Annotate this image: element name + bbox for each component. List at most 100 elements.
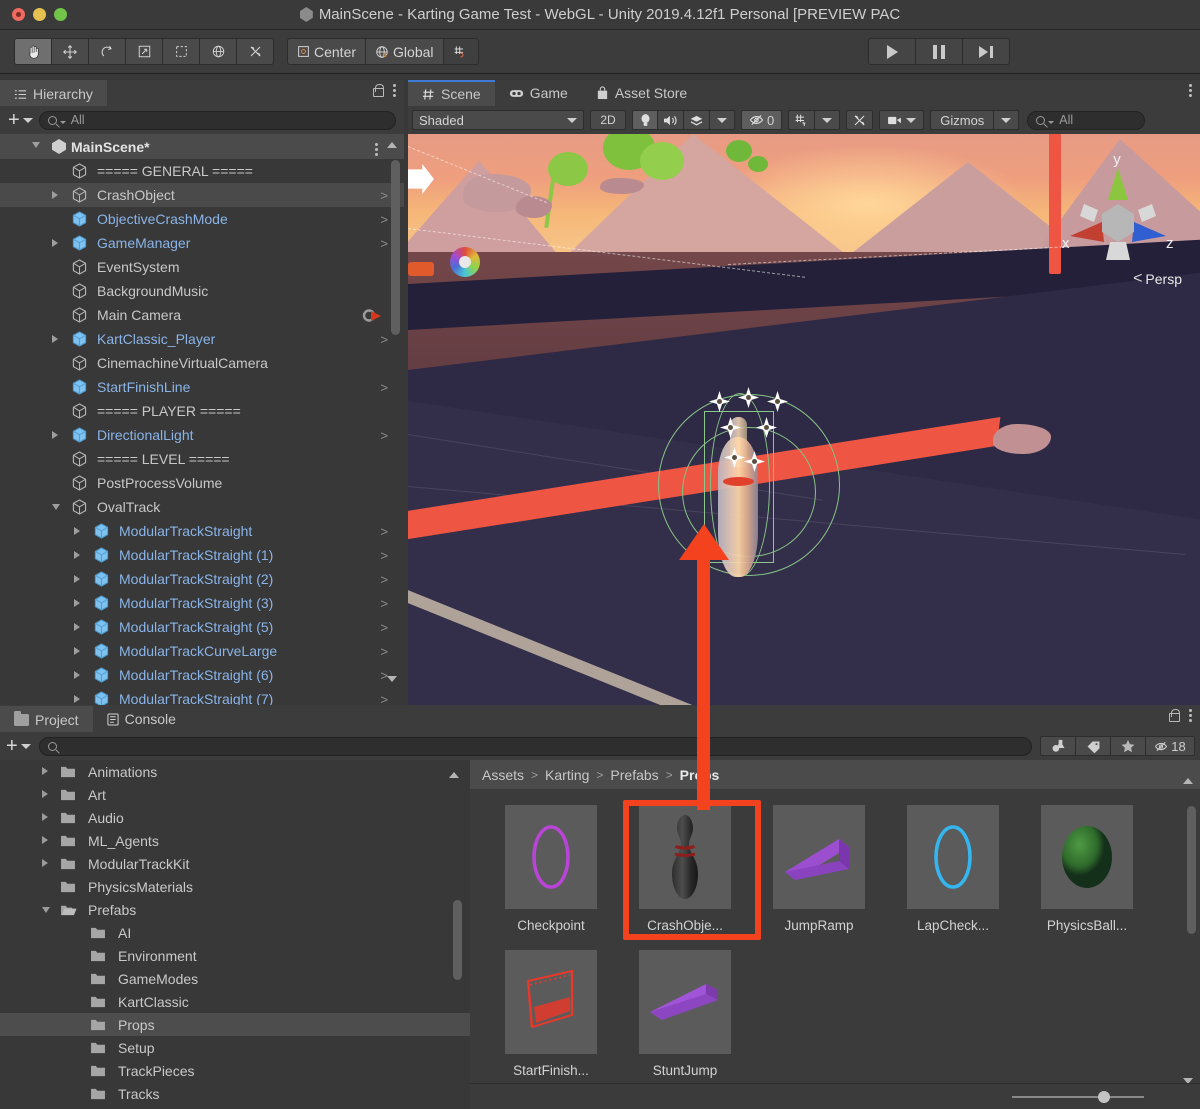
- folder-expand-arrow-icon[interactable]: [42, 859, 48, 867]
- project-folder-tree[interactable]: Animations Art Audio ML_Agents ModularTrackK…: [0, 760, 470, 1109]
- hierarchy-scene-row[interactable]: MainScene*: [0, 134, 404, 159]
- custom-editor-tool-button[interactable]: [236, 38, 274, 65]
- assets-scrollbar[interactable]: [1183, 778, 1196, 1084]
- expand-arrow-icon[interactable]: [74, 670, 80, 679]
- folder-expand-arrow-icon[interactable]: [42, 790, 48, 798]
- rect-tool-button[interactable]: [162, 38, 200, 65]
- hand-tool-button[interactable]: [14, 38, 52, 65]
- prefab-open-chevron-icon[interactable]: >: [380, 692, 388, 706]
- breadcrumb-prefabs[interactable]: Prefabs: [610, 767, 658, 783]
- expand-arrow-icon[interactable]: [74, 574, 80, 583]
- scene-lighting-toggle[interactable]: [632, 110, 658, 130]
- scroll-up-icon[interactable]: [387, 142, 397, 148]
- asset-thumbnail[interactable]: [505, 949, 597, 1054]
- prefab-open-chevron-icon[interactable]: >: [380, 332, 388, 347]
- tab-project[interactable]: Project: [0, 706, 93, 732]
- expand-arrow-icon[interactable]: [74, 622, 80, 631]
- scene-projection-label[interactable]: < Persp: [1133, 270, 1182, 288]
- folder-expand-arrow-icon[interactable]: [42, 813, 48, 821]
- tab-asset-store[interactable]: Asset Store: [581, 80, 702, 106]
- folder-item-setup[interactable]: Setup: [0, 1036, 470, 1059]
- folder-item-tracks[interactable]: Tracks: [0, 1082, 470, 1105]
- scene-grid-toggle[interactable]: [788, 110, 816, 130]
- hierarchy-item-modulartrackstraight-1[interactable]: ModularTrackStraight (1) >: [0, 543, 404, 567]
- zoom-slider-knob[interactable]: [1098, 1090, 1110, 1103]
- pause-button[interactable]: [915, 38, 963, 65]
- scene-visibility-toggle[interactable]: 0: [741, 110, 783, 130]
- asset-zoom-slider[interactable]: [470, 1083, 1200, 1109]
- scene-menu-icon[interactable]: [375, 143, 378, 156]
- expand-arrow-icon[interactable]: [74, 694, 80, 703]
- scene-camera-button[interactable]: [879, 110, 925, 130]
- folder-item-ml-agents[interactable]: ML_Agents: [0, 829, 470, 852]
- step-button[interactable]: [962, 38, 1010, 65]
- hierarchy-item-modulartrackcurvelarge[interactable]: ModularTrackCurveLarge >: [0, 639, 404, 663]
- expand-arrow-icon[interactable]: [74, 526, 80, 535]
- folder-tree-scrollbar[interactable]: [449, 772, 462, 1080]
- hierarchy-list[interactable]: MainScene* ===== GENERAL ===== CrashObjec…: [0, 134, 404, 705]
- tab-console[interactable]: Console: [92, 706, 190, 732]
- asset-thumbnail[interactable]: [1041, 805, 1133, 909]
- hierarchy-item-directionallight[interactable]: DirectionalLight >: [0, 423, 404, 447]
- move-tool-button[interactable]: [51, 38, 89, 65]
- asset-tile[interactable]: StuntJump: [618, 949, 752, 1090]
- folder-item-gamemodes[interactable]: GameModes: [0, 967, 470, 990]
- scale-tool-button[interactable]: [125, 38, 163, 65]
- hierarchy-item-gamemanager[interactable]: GameManager >: [0, 231, 404, 255]
- filter-by-label-button[interactable]: [1075, 736, 1111, 756]
- hierarchy-item-main-camera[interactable]: Main Camera: [0, 303, 404, 327]
- scene-fx-toggle[interactable]: [683, 110, 710, 130]
- expand-arrow-icon[interactable]: [52, 504, 60, 514]
- hierarchy-item-cinemachinevirtualcamera[interactable]: CinemachineVirtualCamera: [0, 351, 404, 375]
- project-search-input[interactable]: [38, 736, 1032, 756]
- tab-game[interactable]: Game: [494, 80, 582, 106]
- hierarchy-item-ovaltrack[interactable]: OvalTrack: [0, 495, 404, 519]
- prefab-open-chevron-icon[interactable]: >: [380, 428, 388, 443]
- hierarchy-item-modulartrackstraight-2[interactable]: ModularTrackStraight (2) >: [0, 567, 404, 591]
- hierarchy-item-level[interactable]: ===== LEVEL =====: [0, 447, 404, 471]
- hierarchy-item-eventsystem[interactable]: EventSystem: [0, 255, 404, 279]
- handle-rotation-button[interactable]: Global: [365, 38, 444, 65]
- expand-arrow-icon[interactable]: [52, 190, 58, 199]
- prefab-open-chevron-icon[interactable]: >: [380, 596, 388, 611]
- component-tools-button[interactable]: [846, 110, 874, 130]
- scene-fx-dropdown[interactable]: [709, 110, 735, 130]
- breadcrumb-karting[interactable]: Karting: [545, 767, 589, 783]
- asset-tile[interactable]: PhysicsBall...: [1020, 805, 1154, 945]
- hierarchy-item-modulartrackstraight-5[interactable]: ModularTrackStraight (5) >: [0, 615, 404, 639]
- create-object-button[interactable]: +: [8, 110, 33, 130]
- filter-by-type-button[interactable]: [1040, 736, 1076, 756]
- tab-hierarchy[interactable]: Hierarchy: [0, 80, 107, 106]
- folder-item-trackpieces[interactable]: TrackPieces: [0, 1059, 470, 1082]
- play-button[interactable]: [868, 38, 916, 65]
- asset-tile[interactable]: LapCheck...: [886, 805, 1020, 945]
- scene-audio-toggle[interactable]: [657, 110, 684, 130]
- prefab-open-chevron-icon[interactable]: >: [380, 236, 388, 251]
- draw-mode-dropdown[interactable]: Shaded: [412, 110, 584, 130]
- favorites-button[interactable]: [1110, 736, 1146, 756]
- assets-scroll-thumb[interactable]: [1187, 806, 1196, 934]
- hierarchy-scrollbar[interactable]: [387, 142, 400, 682]
- scroll-down-icon[interactable]: [387, 676, 397, 682]
- expand-arrow-icon[interactable]: [74, 598, 80, 607]
- asset-tile[interactable]: JumpRamp: [752, 805, 886, 945]
- folder-expand-arrow-icon[interactable]: [42, 767, 48, 775]
- folder-item-ai[interactable]: AI: [0, 921, 470, 944]
- project-visibility-button[interactable]: 18: [1145, 736, 1195, 756]
- hierarchy-item-player[interactable]: ===== PLAYER =====: [0, 399, 404, 423]
- hierarchy-item-general[interactable]: ===== GENERAL =====: [0, 159, 404, 183]
- prefab-open-chevron-icon[interactable]: >: [380, 188, 388, 203]
- prefab-open-chevron-icon[interactable]: >: [380, 572, 388, 587]
- project-menu-icon[interactable]: [1189, 709, 1192, 722]
- asset-thumbnail[interactable]: [907, 805, 999, 909]
- hierarchy-item-objectivecrashmode[interactable]: ObjectiveCrashMode >: [0, 207, 404, 231]
- folder-item-prefabs[interactable]: Prefabs: [0, 898, 470, 921]
- hierarchy-search-input[interactable]: All: [38, 110, 396, 130]
- breadcrumb[interactable]: Assets > Karting > Prefabs > Props: [470, 760, 1200, 789]
- asset-thumbnail[interactable]: [773, 805, 865, 909]
- folder-item-art[interactable]: Art: [0, 783, 470, 806]
- hierarchy-item-modulartrackstraight-6[interactable]: ModularTrackStraight (6) >: [0, 663, 404, 687]
- folder-item-audio[interactable]: Audio: [0, 806, 470, 829]
- scroll-up-icon[interactable]: [449, 772, 459, 778]
- transform-tool-button[interactable]: [199, 38, 237, 65]
